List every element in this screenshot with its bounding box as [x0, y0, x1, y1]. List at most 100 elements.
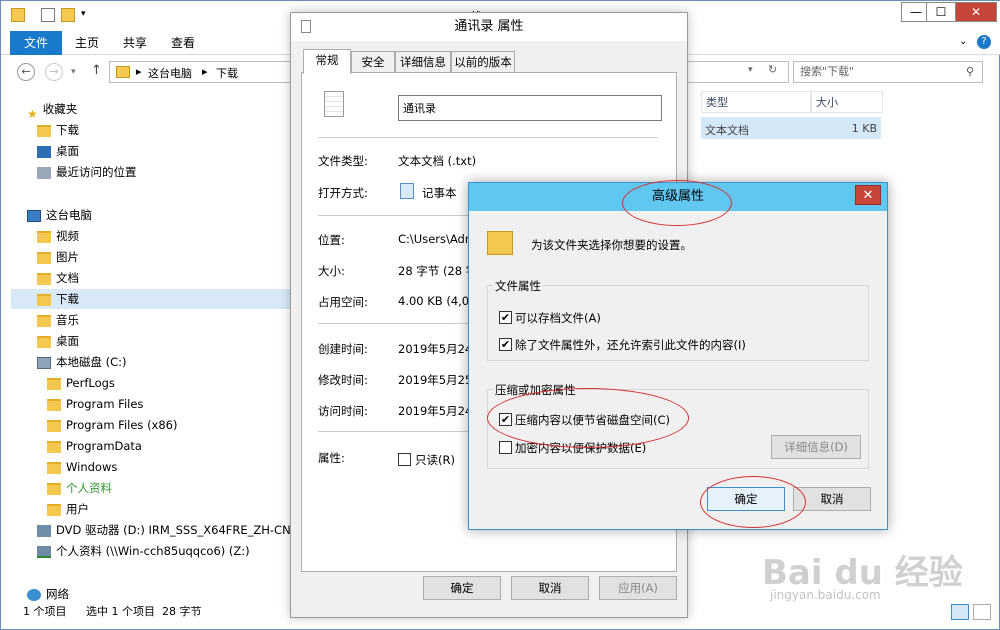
nav-item-program-files[interactable]: Program Files	[47, 394, 143, 414]
recent-locations-icon[interactable]: ▾	[71, 67, 76, 77]
back-icon[interactable]: ←	[17, 63, 35, 81]
text-file-icon	[301, 20, 311, 33]
column-header-type[interactable]: 类型	[701, 91, 811, 113]
nav-item-windows[interactable]: Windows	[47, 457, 117, 477]
dvd-drive-icon	[37, 524, 51, 537]
search-icon: ⚲	[965, 65, 974, 78]
watermark-url: jingyan.baidu.com	[770, 588, 881, 602]
ribbon-tab-file[interactable]: 文件	[10, 31, 62, 55]
annotation-ellipse-ok	[700, 476, 806, 528]
pictures-folder-icon	[37, 251, 51, 264]
filename-input[interactable]: 通讯录	[398, 95, 662, 121]
props-ok-button[interactable]: 确定	[423, 576, 501, 600]
music-folder-icon	[37, 314, 51, 327]
customize-toolbar-icon[interactable]: ▾	[81, 9, 86, 19]
folder-icon	[47, 377, 61, 390]
annotation-ellipse-title	[622, 180, 732, 226]
properties-titlebar: 通讯录 属性	[291, 13, 687, 41]
forward-icon[interactable]: →	[45, 63, 63, 81]
nav-item-videos[interactable]: 视频	[37, 226, 79, 246]
details-button[interactable]: 详细信息(D)	[771, 435, 861, 459]
nav-item-users[interactable]: 用户	[47, 499, 89, 519]
nav-item-desktop-pc[interactable]: 桌面	[37, 331, 79, 351]
column-header-size[interactable]: 大小	[811, 91, 883, 113]
nav-item-dvd[interactable]: DVD 驱动器 (D:) IRM_SSS_X64FRE_ZH-CN_DV	[37, 520, 313, 540]
download-folder-icon	[37, 293, 51, 306]
videos-folder-icon	[37, 230, 51, 243]
accessed-value: 2019年5月24	[398, 404, 473, 418]
props-apply-button[interactable]: 应用(A)	[599, 576, 677, 600]
nav-item-local-disk[interactable]: 本地磁盘 (C:)	[37, 352, 127, 372]
advanced-close-button[interactable]: ✕	[855, 185, 881, 205]
folder-icon	[47, 482, 61, 495]
accessed-label: 访问时间:	[318, 404, 368, 418]
folder-icon	[47, 461, 61, 474]
desktop-icon	[37, 145, 51, 158]
nav-favorites[interactable]: ★ 收藏夹	[27, 99, 77, 121]
details-view-icon[interactable]	[951, 604, 969, 620]
tiles-view-icon[interactable]	[973, 604, 991, 620]
tab-details[interactable]: 详细信息	[395, 51, 451, 73]
close-button[interactable]: ✕	[955, 2, 997, 22]
archive-label: 可以存档文件(A)	[515, 311, 601, 325]
ribbon-tab-home[interactable]: 主页	[75, 31, 99, 55]
nav-item-documents[interactable]: 文档	[37, 268, 79, 288]
up-icon[interactable]: ↑	[91, 63, 102, 78]
archive-checkbox[interactable]: ✔	[499, 311, 512, 324]
props-cancel-button[interactable]: 取消	[511, 576, 589, 600]
nav-item-network-drive[interactable]: 个人资料 (\\Win-cch85uqqco6) (Z:)	[37, 541, 250, 561]
location-value: C:\Users\Adm	[398, 232, 477, 246]
tab-general[interactable]: 常规	[303, 49, 351, 74]
encrypt-checkbox[interactable]	[499, 441, 512, 454]
search-input[interactable]: 搜索"下载" ⚲	[793, 61, 983, 83]
file-type: 文本文档	[705, 124, 749, 137]
address-dropdown-icon[interactable]: ▾	[748, 65, 753, 75]
nav-item-music[interactable]: 音乐	[37, 310, 79, 330]
folder-icon	[47, 503, 61, 516]
ribbon-tab-view[interactable]: 查看	[171, 31, 195, 55]
download-folder-icon	[37, 124, 51, 137]
nav-item-programdata[interactable]: ProgramData	[47, 436, 142, 456]
help-icon[interactable]: ?	[977, 35, 991, 49]
nav-item-program-files-x86[interactable]: Program Files (x86)	[47, 415, 177, 435]
created-label: 创建时间:	[318, 342, 368, 356]
nav-item-recent[interactable]: 最近访问的位置	[37, 162, 137, 182]
column-size-label: 大小	[816, 96, 838, 109]
nav-this-pc[interactable]: 这台电脑	[27, 205, 92, 225]
location-label: 位置:	[318, 233, 345, 247]
refresh-icon[interactable]: ↻	[768, 63, 777, 76]
new-folder-icon[interactable]	[61, 8, 75, 22]
file-type-value: 文本文档 (.txt)	[398, 154, 477, 168]
ribbon-expand-icon[interactable]: ⌄	[959, 36, 967, 47]
network-drive-icon	[37, 545, 51, 558]
disk-size-value: 4.00 KB (4,09	[398, 294, 477, 308]
created-value: 2019年5月24	[398, 342, 473, 356]
folder-icon	[47, 440, 61, 453]
nav-item-downloads[interactable]: 下载	[37, 120, 79, 140]
nav-item-desktop[interactable]: 桌面	[37, 141, 79, 161]
size-value: 28 字节 (28 字	[398, 264, 478, 278]
ribbon-tab-share[interactable]: 共享	[123, 31, 147, 55]
readonly-checkbox[interactable]	[398, 453, 411, 466]
tab-security[interactable]: 安全	[351, 51, 395, 73]
properties-title: 通讯录 属性	[454, 19, 524, 34]
annotation-ellipse-compress	[487, 388, 689, 448]
status-item-count: 1 个项目	[23, 605, 67, 618]
nav-item-personal-data[interactable]: 个人资料	[47, 478, 112, 498]
divider	[318, 137, 658, 138]
index-label: 除了文件属性外，还允许索引此文件的内容(I)	[515, 338, 746, 352]
advanced-attributes-dialog: 高级属性 ✕ 为该文件夹选择你想要的设置。 文件属性 ✔ 可以存档文件(A) ✔…	[468, 182, 888, 530]
search-placeholder: 搜索"下载"	[800, 65, 855, 78]
tab-previous-versions[interactable]: 以前的版本	[451, 51, 515, 73]
file-row[interactable]: 文本文档 1 KB	[701, 117, 881, 139]
properties-icon[interactable]	[41, 8, 55, 22]
breadcrumb-downloads[interactable]: 下载	[216, 65, 238, 81]
breadcrumb-this-pc[interactable]: 这台电脑	[148, 65, 192, 81]
nav-item-downloads-pc[interactable]: 下载	[37, 289, 79, 309]
computer-icon	[27, 209, 41, 222]
column-type-label: 类型	[706, 96, 728, 109]
nav-item-perflogs[interactable]: PerfLogs	[47, 373, 115, 393]
index-checkbox[interactable]: ✔	[499, 338, 512, 351]
maximize-button[interactable]: ☐	[926, 2, 956, 22]
nav-item-pictures[interactable]: 图片	[37, 247, 79, 267]
